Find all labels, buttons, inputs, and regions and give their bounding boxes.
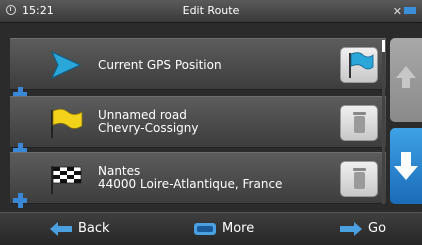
yellow-flag-icon (51, 108, 83, 138)
battery-icon (404, 7, 416, 14)
waypoint-detail: Chevry-Cossigny (98, 121, 199, 135)
scrollbar-thumb[interactable] (382, 40, 385, 52)
route-item-destination[interactable]: Nantes 44000 Loire-Atlantique, France (10, 152, 386, 204)
more-icon (194, 223, 216, 235)
start-arrow-icon (50, 50, 82, 80)
go-label: Go (368, 221, 387, 236)
delete-waypoint-button[interactable] (340, 161, 378, 197)
more-label: More (222, 221, 255, 236)
delete-waypoint-button[interactable] (340, 105, 378, 141)
waypoint-detail: 44000 Loire-Atlantique, France (98, 177, 283, 191)
checkered-flag-icon (51, 166, 82, 194)
trash-icon (353, 168, 366, 171)
more-button[interactable]: More (140, 213, 282, 245)
add-waypoint-button[interactable] (10, 188, 40, 214)
status-bar: 15:21 Edit Route ✕ (0, 0, 422, 23)
back-arrow-icon (50, 222, 72, 236)
waypoint-name: Current GPS Position (98, 58, 222, 72)
route-list: Current GPS Position Unnamed road Chevry… (10, 38, 386, 208)
route-item-waypoint[interactable]: Unnamed road Chevry-Cossigny (10, 96, 386, 148)
screen-title: Edit Route (182, 4, 240, 17)
blue-flag-icon (349, 52, 374, 78)
scroll-down-button[interactable] (390, 128, 422, 204)
scrollbar[interactable] (382, 40, 385, 204)
back-button[interactable]: Back (0, 213, 140, 245)
arrow-up-icon (396, 66, 416, 88)
back-label: Back (78, 221, 110, 236)
set-start-flag-button[interactable] (340, 47, 378, 83)
trash-icon (353, 112, 366, 115)
scroll-up-button[interactable] (390, 38, 422, 122)
arrow-down-icon (394, 152, 418, 180)
go-arrow-icon (340, 222, 362, 236)
satellite-icon: ✕ (392, 5, 402, 18)
bottom-toolbar: Back More Go (0, 212, 422, 245)
go-button[interactable]: Go (282, 213, 422, 245)
route-item-current-position[interactable]: Current GPS Position (10, 38, 386, 90)
